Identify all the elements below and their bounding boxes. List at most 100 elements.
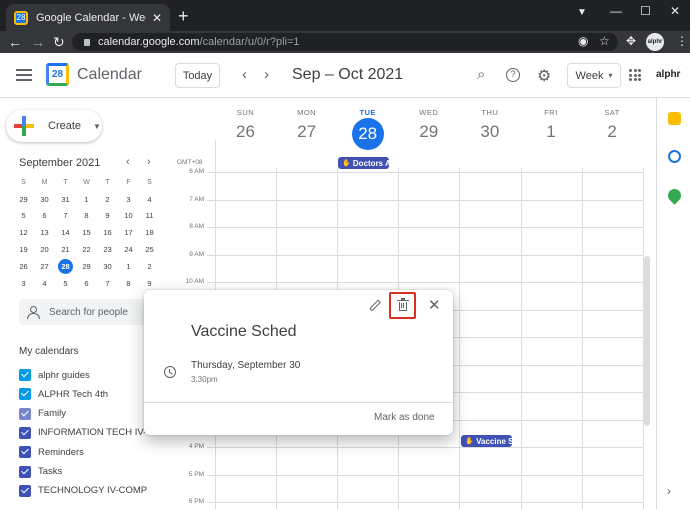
edit-event-button[interactable] bbox=[368, 299, 382, 313]
grid-scrollbar[interactable] bbox=[644, 256, 650, 426]
window-close-button[interactable]: ✕ bbox=[670, 4, 680, 18]
maps-icon[interactable] bbox=[665, 186, 684, 205]
mini-prev-month-button[interactable]: ‹ bbox=[126, 156, 130, 168]
day-number[interactable]: 30 bbox=[459, 122, 520, 142]
mini-day[interactable]: 21 bbox=[55, 245, 76, 254]
mini-day[interactable]: 25 bbox=[139, 245, 160, 254]
mini-day[interactable]: 2 bbox=[97, 195, 118, 204]
mini-day[interactable]: 31 bbox=[55, 195, 76, 204]
maximize-button[interactable]: ☐ bbox=[640, 4, 651, 18]
checkbox-icon[interactable] bbox=[19, 388, 31, 401]
create-button[interactable]: Create ▼ bbox=[6, 110, 102, 142]
calendar-item[interactable]: TECHNOLOGY IV-COMP bbox=[19, 484, 159, 498]
mini-day[interactable]: 3 bbox=[13, 279, 34, 288]
browser-tab[interactable]: 28 Google Calendar - Week of Septe ✕ bbox=[6, 4, 170, 31]
search-people-input[interactable]: Search for people bbox=[19, 299, 159, 325]
today-button[interactable]: Today bbox=[175, 63, 220, 88]
apps-grid-icon[interactable] bbox=[629, 69, 641, 81]
mini-day[interactable]: 15 bbox=[76, 228, 97, 237]
calendar-item[interactable]: Reminders bbox=[19, 445, 159, 459]
mini-day[interactable]: 9 bbox=[139, 279, 160, 288]
back-button[interactable]: ← bbox=[8, 34, 22, 50]
day-number[interactable]: 28 bbox=[351, 118, 384, 150]
mark-as-done-button[interactable]: Mark as done bbox=[374, 412, 435, 423]
new-tab-button[interactable]: + bbox=[178, 6, 189, 27]
mini-day[interactable]: 13 bbox=[34, 228, 55, 237]
day-number[interactable]: 29 bbox=[398, 122, 459, 142]
day-header[interactable]: WED 29 bbox=[398, 108, 459, 142]
day-number[interactable]: 2 bbox=[582, 122, 643, 142]
mini-day[interactable]: 26 bbox=[13, 262, 34, 271]
keep-icon[interactable] bbox=[668, 112, 681, 125]
settings-gear-icon[interactable]: ⚙ bbox=[537, 66, 551, 86]
mini-day[interactable]: 14 bbox=[55, 228, 76, 237]
mini-day[interactable]: 4 bbox=[139, 195, 160, 204]
day-header[interactable]: MON 27 bbox=[276, 108, 337, 142]
day-header[interactable]: FRI 1 bbox=[521, 108, 582, 142]
mini-day[interactable]: 11 bbox=[139, 211, 160, 220]
mini-day[interactable]: 22 bbox=[76, 245, 97, 254]
checkbox-icon[interactable] bbox=[19, 465, 31, 478]
checkbox-icon[interactable] bbox=[19, 484, 31, 497]
mini-day[interactable]: 6 bbox=[34, 211, 55, 220]
account-brand[interactable]: alphr bbox=[656, 69, 680, 80]
eye-icon[interactable]: ◉ bbox=[578, 34, 588, 48]
event-chip[interactable]: ✋ Vaccine S bbox=[461, 435, 513, 447]
mini-next-month-button[interactable]: › bbox=[147, 156, 151, 168]
mini-day[interactable]: 1 bbox=[118, 262, 139, 271]
bookmark-star-icon[interactable]: ☆ bbox=[599, 34, 610, 48]
mini-day[interactable]: 28 bbox=[58, 258, 73, 274]
day-header[interactable]: THU 30 bbox=[459, 108, 520, 142]
mini-day[interactable]: 16 bbox=[97, 228, 118, 237]
event-chip[interactable]: ✋ Doctors A bbox=[338, 157, 390, 169]
day-header[interactable]: TUE 28 bbox=[337, 108, 398, 150]
mini-day[interactable]: 10 bbox=[118, 211, 139, 220]
mini-day[interactable]: 5 bbox=[55, 279, 76, 288]
reload-button[interactable]: ↻ bbox=[53, 34, 65, 51]
mini-day[interactable]: 9 bbox=[97, 211, 118, 220]
mini-day[interactable]: 1 bbox=[76, 195, 97, 204]
delete-event-button[interactable] bbox=[389, 292, 416, 319]
mini-day[interactable]: 19 bbox=[13, 245, 34, 254]
day-header[interactable]: SAT 2 bbox=[582, 108, 643, 142]
search-icon[interactable]: ⌕ bbox=[477, 66, 485, 83]
day-number[interactable]: 27 bbox=[276, 122, 337, 142]
tab-close-icon[interactable]: ✕ bbox=[152, 11, 162, 25]
mini-day[interactable]: 20 bbox=[34, 245, 55, 254]
mini-day[interactable]: 5 bbox=[13, 211, 34, 220]
mini-day[interactable]: 12 bbox=[13, 228, 34, 237]
browser-menu-icon[interactable]: ⋮ bbox=[676, 34, 688, 48]
my-calendars-heading[interactable]: My calendars bbox=[19, 346, 78, 357]
mini-day[interactable]: 7 bbox=[55, 211, 76, 220]
help-icon[interactable]: ? bbox=[506, 68, 520, 82]
calendar-item[interactable]: alphr guides bbox=[19, 368, 159, 382]
day-number[interactable]: 1 bbox=[521, 122, 582, 142]
extensions-puzzle-icon[interactable]: ✥ bbox=[626, 34, 636, 48]
mini-day[interactable]: 17 bbox=[118, 228, 139, 237]
checkbox-icon[interactable] bbox=[19, 426, 31, 439]
checkbox-icon[interactable] bbox=[19, 407, 31, 420]
mini-day[interactable]: 3 bbox=[118, 195, 139, 204]
day-number[interactable]: 26 bbox=[215, 122, 276, 142]
calendar-item[interactable]: Tasks bbox=[19, 465, 159, 479]
minimize-button[interactable]: — bbox=[610, 4, 622, 18]
mini-day[interactable]: 8 bbox=[118, 279, 139, 288]
calendar-item[interactable]: INFORMATION TECH IV-C bbox=[19, 426, 159, 440]
mini-day[interactable]: 18 bbox=[139, 228, 160, 237]
day-header[interactable]: SUN 26 bbox=[215, 108, 276, 142]
mini-day[interactable]: 6 bbox=[76, 279, 97, 288]
mini-day[interactable]: 2 bbox=[139, 262, 160, 271]
mini-day[interactable]: 8 bbox=[76, 211, 97, 220]
forward-button[interactable]: → bbox=[31, 34, 45, 50]
profile-avatar[interactable]: alphr bbox=[646, 33, 664, 51]
url-bar[interactable]: calendar.google.com/calendar/u/0/r?pli=1 bbox=[72, 33, 618, 51]
checkbox-icon[interactable] bbox=[19, 369, 31, 381]
calendar-item[interactable]: ALPHR Tech 4th bbox=[19, 387, 159, 401]
mini-day[interactable]: 23 bbox=[97, 245, 118, 254]
mini-day[interactable]: 29 bbox=[13, 195, 34, 204]
mini-day[interactable]: 27 bbox=[34, 262, 55, 271]
mini-day[interactable]: 30 bbox=[97, 262, 118, 271]
tasks-icon[interactable] bbox=[668, 150, 681, 163]
calendar-item[interactable]: Family bbox=[19, 407, 159, 421]
close-popup-button[interactable]: ✕ bbox=[428, 298, 441, 313]
